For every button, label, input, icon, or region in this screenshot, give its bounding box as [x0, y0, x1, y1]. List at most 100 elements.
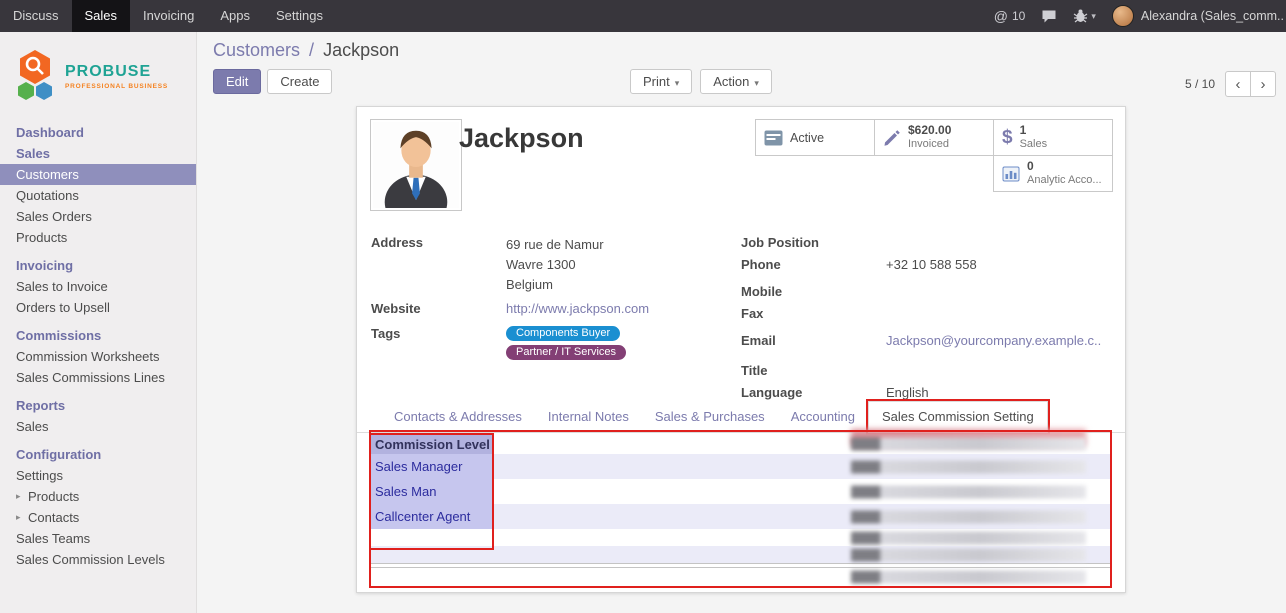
redacted-block — [851, 485, 1086, 498]
breadcrumb: Customers / Jackpson — [213, 40, 399, 61]
edit-button[interactable]: Edit — [213, 69, 261, 94]
sidebar-item-label: Quotations — [16, 188, 79, 203]
print-label: Print — [643, 74, 670, 89]
commission-level-cell[interactable]: Callcenter Agent — [371, 504, 492, 529]
action-dropdown[interactable]: Action▾ — [700, 69, 772, 94]
commission-level-cell[interactable]: Sales Man — [371, 479, 492, 504]
window-icon — [764, 130, 783, 146]
chevron-down-icon: ▾ — [754, 78, 759, 88]
email-label: Email — [741, 333, 886, 348]
email-link[interactable]: Jackpson@yourcompany.example.c.. — [886, 333, 1101, 348]
page-title: Jackpson — [459, 123, 584, 154]
table-row[interactable]: Sales Man — [371, 479, 1111, 504]
sidebar-item-config-contacts[interactable]: ▸Contacts — [0, 507, 196, 528]
sidebar-item-orders-to-upsell[interactable]: Orders to Upsell — [0, 297, 196, 318]
commission-level-cell[interactable]: Sales Manager — [371, 454, 492, 479]
sidebar-item-commission-worksheets[interactable]: Commission Worksheets — [0, 346, 196, 367]
menu-apps[interactable]: Apps — [207, 0, 263, 32]
debug-menu[interactable]: ▾ — [1073, 9, 1096, 23]
sidebar-item-invoicing[interactable]: Invoicing — [0, 255, 196, 276]
action-buttons: Print▾ Action▾ — [630, 69, 772, 94]
tab-internal-notes[interactable]: Internal Notes — [535, 402, 642, 432]
form-buttons: Edit Create — [213, 69, 332, 94]
menu-invoicing[interactable]: Invoicing — [130, 0, 207, 32]
user-menu[interactable]: Alexandra (Sales_comm.. — [1112, 5, 1284, 27]
address-line-1: 69 rue de Namur — [506, 235, 604, 255]
logo-text: PROBUSE PROFESSIONAL BUSINESS — [65, 63, 168, 90]
breadcrumb-customers-link[interactable]: Customers — [213, 40, 300, 60]
probuse-logo-icon — [12, 48, 58, 104]
mention-count: 10 — [1012, 9, 1025, 23]
invoiced-stat-button[interactable]: $620.00 Invoiced — [874, 119, 994, 156]
chevron-right-icon: › — [1261, 76, 1266, 93]
sidebar-item-sales-commission-levels[interactable]: Sales Commission Levels — [0, 549, 196, 570]
customer-photo[interactable] — [370, 119, 462, 211]
active-label: Active — [790, 131, 824, 145]
pager-prev-button[interactable]: ‹ — [1225, 71, 1251, 97]
sidebar-item-settings[interactable]: Settings — [0, 465, 196, 486]
probuse-logo[interactable]: PROBUSE PROFESSIONAL BUSINESS — [0, 32, 196, 122]
tab-sales-purchases[interactable]: Sales & Purchases — [642, 402, 778, 432]
sidebar-item-commissions[interactable]: Commissions — [0, 325, 196, 346]
redacted-block — [851, 438, 1086, 451]
active-stat-button[interactable]: Active — [755, 119, 875, 156]
pager-next-button[interactable]: › — [1250, 71, 1276, 97]
sidebar: PROBUSE PROFESSIONAL BUSINESS Dashboard … — [0, 32, 197, 613]
commission-level-header[interactable]: Commission Level — [371, 434, 492, 454]
field-grid: Address 69 rue de Namur Wavre 1300 Belgi… — [371, 235, 1111, 407]
table-row[interactable]: Callcenter Agent — [371, 504, 1111, 529]
sidebar-item-dashboard[interactable]: Dashboard — [0, 122, 196, 143]
sidebar-item-sales-to-invoice[interactable]: Sales to Invoice — [0, 276, 196, 297]
invoiced-label: Invoiced — [908, 138, 951, 151]
pencil-icon — [883, 129, 901, 147]
sales-stat-button[interactable]: $ 1 Sales — [993, 119, 1113, 156]
redacted-block — [851, 548, 1086, 561]
sidebar-item-label: Products — [16, 230, 67, 245]
sidebar-item-customers[interactable]: Customers — [0, 164, 196, 185]
website-link[interactable]: http://www.jackpson.com — [506, 301, 649, 316]
invoiced-amount: $620.00 — [908, 124, 951, 138]
sidebar-item-label: Contacts — [28, 510, 79, 525]
tags-label: Tags — [371, 326, 506, 341]
sidebar-item-sales-commissions-lines[interactable]: Sales Commissions Lines — [0, 367, 196, 388]
analytic-stat-button[interactable]: 0 Analytic Acco... — [993, 155, 1113, 192]
tab-accounting[interactable]: Accounting — [778, 402, 868, 432]
address-line-2: Wavre 1300 — [506, 255, 604, 275]
sidebar-item-sales[interactable]: Sales — [0, 143, 196, 164]
print-dropdown[interactable]: Print▾ — [630, 69, 692, 94]
tab-contacts-addresses[interactable]: Contacts & Addresses — [381, 402, 535, 432]
sidebar-item-sales-orders[interactable]: Sales Orders — [0, 206, 196, 227]
logo-title: PROBUSE — [65, 63, 168, 81]
address-value: 69 rue de Namur Wavre 1300 Belgium — [506, 235, 604, 295]
table-row[interactable]: Sales Manager — [371, 454, 1111, 479]
sidebar-item-sales-teams[interactable]: Sales Teams — [0, 528, 196, 549]
messages-icon[interactable] — [1041, 9, 1057, 24]
expand-icon: ▸ — [16, 491, 24, 502]
menu-discuss[interactable]: Discuss — [0, 0, 72, 32]
phone-value: +32 10 588 558 — [886, 257, 977, 272]
sidebar-item-reports-sales[interactable]: Sales — [0, 416, 196, 437]
commission-table: Commission Level Sales Manager Sales Man… — [371, 434, 1111, 585]
menu-sales[interactable]: Sales — [72, 0, 131, 32]
chevron-left-icon: ‹ — [1236, 76, 1241, 93]
form-sheet: Jackpson Active $620.00 Invoiced $ 1 Sal… — [356, 106, 1126, 593]
sidebar-item-products[interactable]: Products — [0, 227, 196, 248]
sidebar-nav: Dashboard Sales Customers Quotations Sal… — [0, 122, 196, 570]
create-button[interactable]: Create — [267, 69, 332, 94]
address-line-3: Belgium — [506, 275, 604, 295]
sidebar-item-reports[interactable]: Reports — [0, 395, 196, 416]
table-header-row: Commission Level — [371, 434, 1111, 454]
breadcrumb-current: Jackpson — [323, 40, 399, 60]
table-empty-row — [371, 546, 1111, 563]
language-label: Language — [741, 385, 886, 400]
mobile-label: Mobile — [741, 284, 886, 299]
sidebar-item-configuration[interactable]: Configuration — [0, 444, 196, 465]
user-avatar — [1112, 5, 1134, 27]
menu-settings[interactable]: Settings — [263, 0, 336, 32]
sidebar-item-label: Customers — [16, 167, 79, 182]
stat-buttons: Active $620.00 Invoiced $ 1 Sales 0 — [751, 119, 1113, 192]
sidebar-item-quotations[interactable]: Quotations — [0, 185, 196, 206]
website-label: Website — [371, 301, 506, 316]
mention-counter[interactable]: @ 10 — [994, 8, 1026, 24]
sidebar-item-config-products[interactable]: ▸Products — [0, 486, 196, 507]
